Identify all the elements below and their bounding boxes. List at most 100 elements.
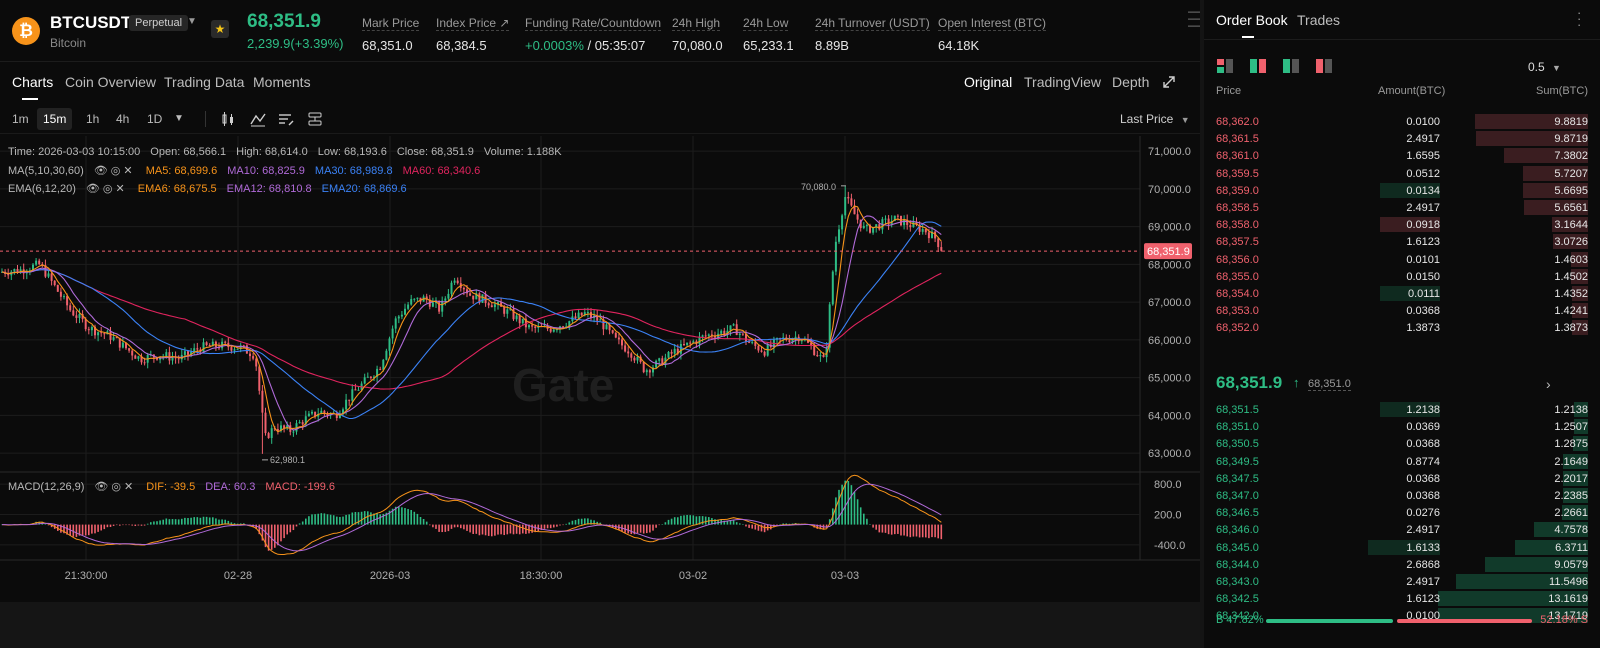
ask-row[interactable]: 68,358.5 2.4917 5.6561 — [1204, 199, 1600, 216]
star-icon[interactable]: ★ — [211, 20, 229, 38]
macd-histogram-bar — [398, 506, 400, 525]
candle-body — [404, 308, 406, 315]
candle-body — [183, 351, 186, 355]
price-type-select[interactable]: Last Price ▼ — [1120, 112, 1190, 126]
candle-body — [506, 309, 509, 314]
drawing-tools-icon[interactable] — [277, 110, 295, 128]
candle-body — [909, 225, 912, 228]
expand-icon[interactable] — [1162, 75, 1176, 89]
macd-histogram-bar — [109, 524, 112, 527]
candle-body — [13, 269, 16, 272]
tab-moments[interactable]: Moments — [253, 74, 311, 90]
ask-row[interactable]: 68,361.5 2.4917 9.8719 — [1204, 130, 1600, 147]
stat-funding-rate[interactable]: Funding Rate/Countdown +0.0003% / 05:35:… — [525, 14, 662, 53]
ask-row[interactable]: 68,359.5 0.0512 5.7207 — [1204, 165, 1600, 182]
tab-coin-overview[interactable]: Coin Overview — [65, 74, 156, 90]
chevron-down-icon[interactable]: ▼ — [187, 16, 197, 27]
ask-row[interactable]: 68,352.0 1.3873 1.3873 — [1204, 319, 1600, 336]
ask-row[interactable]: 68,354.0 0.0111 1.4352 — [1204, 285, 1600, 302]
ask-row[interactable]: 68,357.5 1.6123 3.0726 — [1204, 233, 1600, 250]
view-tradingview[interactable]: TradingView — [1024, 74, 1101, 90]
close-icon[interactable]: ✕ — [123, 165, 132, 177]
bid-row[interactable]: 68,351.0 0.0369 1.2507 — [1204, 418, 1600, 435]
ask-row[interactable]: 68,361.0 1.6595 7.3802 — [1204, 147, 1600, 164]
arrow-up-icon: ↑ — [1293, 375, 1300, 390]
settings-icon[interactable] — [306, 110, 324, 128]
macd-title: MACD(12,26,9) — [8, 481, 85, 493]
macd-histogram-bar — [494, 524, 496, 536]
ask-row[interactable]: 68,362.0 0.0100 9.8819 — [1204, 113, 1600, 130]
stat-mark-price[interactable]: Mark Price 68,351.0 — [362, 14, 420, 53]
candle-body — [503, 306, 506, 314]
chevron-right-icon[interactable]: › — [1546, 376, 1551, 392]
candlestick-icon[interactable] — [219, 110, 237, 128]
macd-histogram-bar — [909, 524, 912, 538]
stat-index-price[interactable]: Index Price ↗ 68,384.5 — [436, 14, 510, 53]
close-icon[interactable]: ✕ — [115, 183, 124, 195]
eye-icon[interactable]: 👁 — [94, 165, 108, 177]
sum: 9.8719 — [1554, 133, 1588, 146]
ask-row[interactable]: 68,358.0 0.0918 3.1644 — [1204, 216, 1600, 233]
ask-row[interactable]: 68,353.0 0.0368 1.4241 — [1204, 302, 1600, 319]
bid-row[interactable]: 68,343.0 2.4917 11.5496 — [1204, 573, 1600, 590]
interval-1m[interactable]: 1m — [6, 108, 35, 130]
indicators-icon[interactable] — [249, 110, 267, 128]
settings-icon[interactable]: ◎ — [111, 165, 121, 177]
price: 68,346.5 — [1216, 507, 1259, 520]
more-icon[interactable]: · · · — [1577, 6, 1581, 31]
stat-value: 70,080.0 — [672, 38, 723, 53]
candle-body — [645, 370, 648, 373]
ask-row[interactable]: 68,355.0 0.0150 1.4502 — [1204, 268, 1600, 285]
ma10-line — [1, 215, 942, 431]
candle-body — [927, 232, 930, 239]
settings-icon[interactable]: ◎ — [103, 183, 113, 195]
eye-icon[interactable]: 👁 — [94, 481, 108, 493]
bid-row[interactable]: 68,342.5 1.6123 13.1619 — [1204, 590, 1600, 607]
symbol-name[interactable]: BTCUSDT — [50, 13, 131, 33]
both-sides-view-icon[interactable] — [1217, 59, 1233, 73]
column-amount: Amount(BTC) — [1378, 85, 1446, 97]
tab-charts[interactable]: Charts — [12, 74, 53, 90]
price-chart[interactable]: Gate 68,351.9 71,000.0 70,000.0 69,000.0 68,0… — [0, 136, 1200, 602]
asks-only-view-icon[interactable] — [1316, 59, 1332, 73]
amount: 2.4917 — [1406, 133, 1440, 146]
tab-trading-data[interactable]: Trading Data — [164, 74, 244, 90]
view-depth[interactable]: Depth — [1112, 74, 1149, 90]
bid-row[interactable]: 68,347.5 0.0368 2.2017 — [1204, 470, 1600, 487]
bid-row[interactable]: 68,349.5 0.8774 2.1649 — [1204, 453, 1600, 470]
macd-histogram-bar — [218, 519, 220, 525]
macd-histogram-bar — [326, 514, 329, 525]
bid-row[interactable]: 68,351.5 1.2138 1.2138 — [1204, 401, 1600, 418]
precision-select[interactable]: 0.5 ▼ — [1528, 60, 1561, 74]
bid-row[interactable]: 68,345.0 1.6133 6.3711 — [1204, 539, 1600, 556]
macd-histogram-bar — [754, 524, 757, 530]
tab-trades[interactable]: Trades — [1297, 12, 1340, 28]
interval-4h[interactable]: 4h — [110, 108, 135, 130]
close-icon[interactable]: ✕ — [124, 481, 133, 493]
settings-icon[interactable]: ◎ — [111, 481, 121, 493]
ask-row[interactable]: 68,359.0 0.0134 5.6695 — [1204, 182, 1600, 199]
interval-1d[interactable]: 1D — [141, 108, 168, 130]
menu-icon[interactable]: — — — — [1188, 5, 1200, 31]
bid-row[interactable]: 68,347.0 0.0368 2.2385 — [1204, 487, 1600, 504]
chart-canvas[interactable]: Gate 68,351.9 71,000.0 70,000.0 69,000.0 68,0… — [0, 136, 1200, 602]
bids-only-view-icon[interactable] — [1283, 59, 1299, 73]
interval-15m[interactable]: 15m — [37, 108, 73, 130]
macd-histogram-bar — [332, 515, 335, 525]
bid-row[interactable]: 68,350.5 0.0368 1.2875 — [1204, 435, 1600, 452]
view-original[interactable]: Original — [964, 74, 1012, 90]
bid-row[interactable]: 68,346.0 2.4917 4.7578 — [1204, 521, 1600, 538]
bid-row[interactable]: 68,344.0 2.6868 9.0579 — [1204, 556, 1600, 573]
candle-body — [822, 354, 825, 358]
tab-order-book[interactable]: Order Book — [1216, 12, 1288, 28]
ask-row[interactable]: 68,356.0 0.0101 1.4603 — [1204, 251, 1600, 268]
chevron-down-icon[interactable]: ▼ — [168, 108, 190, 130]
eye-icon[interactable]: 👁 — [86, 183, 100, 195]
bids-asks-split-icon[interactable] — [1250, 59, 1266, 73]
price: 68,347.5 — [1216, 472, 1259, 485]
candle-body — [410, 299, 413, 305]
candle-body — [884, 218, 887, 220]
candle-body — [738, 333, 741, 336]
interval-1h[interactable]: 1h — [80, 108, 105, 130]
bid-row[interactable]: 68,346.5 0.0276 2.2661 — [1204, 504, 1600, 521]
